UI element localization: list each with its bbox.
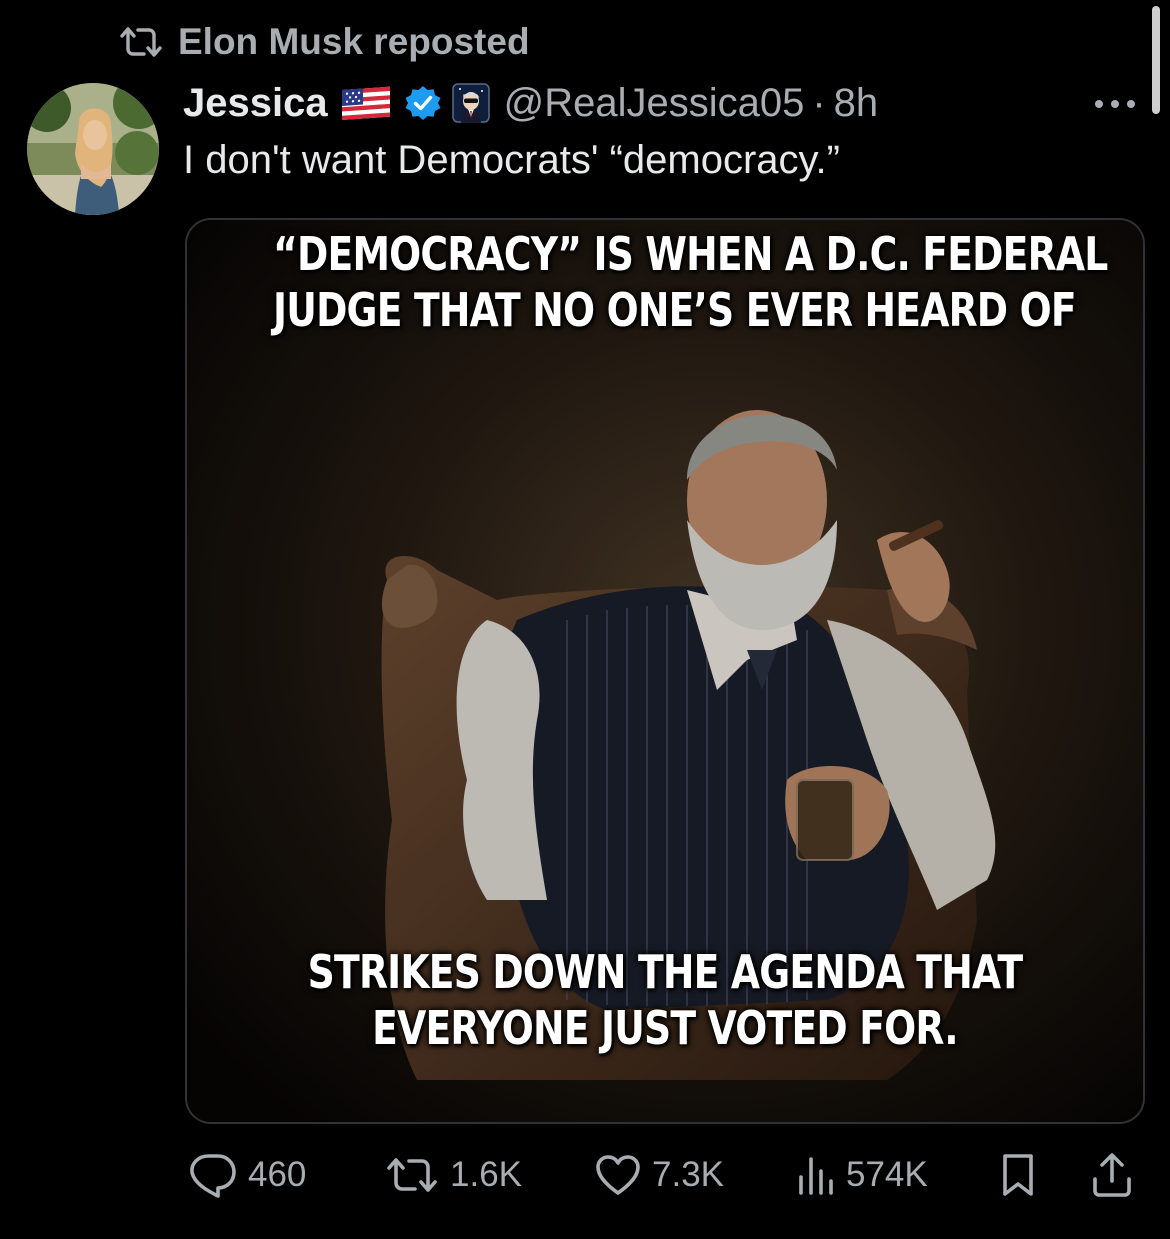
reply-icon: [190, 1154, 236, 1198]
affiliate-badge-icon[interactable]: [451, 83, 490, 123]
us-flag-icon: [341, 86, 390, 120]
view-count: 574K: [846, 1155, 928, 1194]
repost-button[interactable]: 1.6K: [384, 1140, 522, 1210]
repost-indicator[interactable]: Elon Musk reposted: [118, 20, 530, 64]
like-count: 7.3K: [652, 1155, 724, 1194]
meme-top-line-2: JUDGE THAT NO ONE’S EVER HEARD OF: [273, 283, 1077, 337]
tweet-header: Jessica @RealJessica05 · 8h: [183, 78, 878, 128]
separator-dot: ·: [812, 80, 826, 125]
views-button[interactable]: 574K: [796, 1140, 928, 1210]
verified-badge-icon[interactable]: [404, 84, 442, 122]
reply-button[interactable]: 460: [188, 1140, 306, 1210]
more-options-icon[interactable]: [1092, 96, 1138, 112]
scrollbar[interactable]: [1152, 6, 1160, 114]
share-button[interactable]: [1090, 1140, 1134, 1210]
repost-label: Elon Musk reposted: [178, 21, 530, 62]
share-icon: [1093, 1153, 1131, 1197]
tweet-action-bar: 460 1.6K 7.3K 574K: [0, 1140, 1170, 1210]
repost-count: 1.6K: [450, 1155, 522, 1194]
repost-icon: [120, 27, 162, 57]
author-handle[interactable]: @RealJessica05: [504, 81, 805, 126]
reply-count: 460: [248, 1155, 307, 1194]
like-button[interactable]: 7.3K: [594, 1140, 724, 1210]
timestamp[interactable]: 8h: [834, 81, 879, 126]
tweet-text: I don't want Democrats' “democracy.”: [183, 138, 840, 182]
heart-icon: [596, 1155, 640, 1195]
bookmark-icon: [1003, 1154, 1033, 1196]
meme-top-line-1: “DEMOCRACY” IS WHEN A D.C. FEDERAL: [273, 227, 1108, 281]
avatar[interactable]: [27, 83, 159, 215]
author-display-name[interactable]: Jessica: [183, 81, 328, 126]
repost-action-icon: [387, 1158, 437, 1192]
meme-top-caption: “DEMOCRACY” IS WHEN A D.C. FEDERAL JUDGE…: [273, 226, 1108, 338]
bookmark-button[interactable]: [1000, 1140, 1036, 1210]
tweet-media-image[interactable]: “DEMOCRACY” IS WHEN A D.C. FEDERAL JUDGE…: [185, 218, 1145, 1124]
meme-bottom-caption: STRIKES DOWN THE AGENDA THAT EVERYONE JU…: [273, 944, 1057, 1056]
analytics-icon: [799, 1157, 833, 1195]
meme-bottom-line-1: STRIKES DOWN THE AGENDA THAT: [307, 945, 1023, 999]
meme-bottom-line-2: EVERYONE JUST VOTED FOR.: [372, 1001, 958, 1055]
